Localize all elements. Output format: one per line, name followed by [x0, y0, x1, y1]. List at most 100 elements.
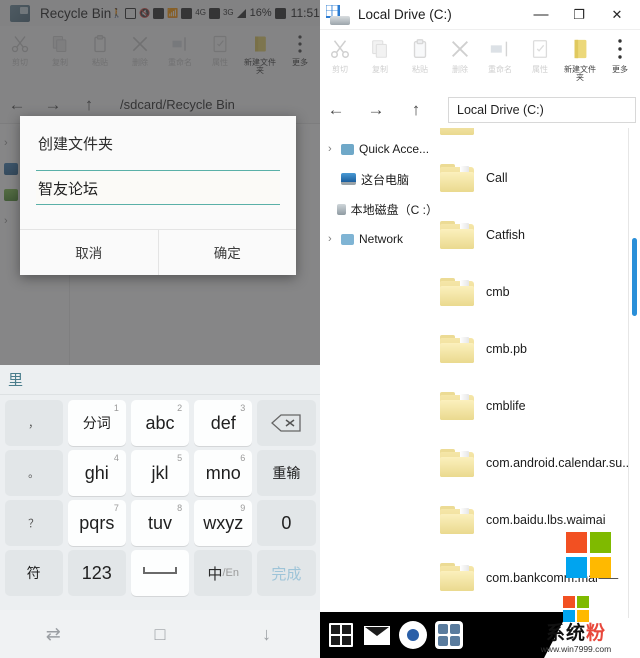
key-label: ghi: [84, 462, 109, 483]
explorer-address-bar: ← → ↑ Local Drive (C:): [320, 92, 640, 128]
key-jkl[interactable]: 5 jkl: [130, 450, 190, 496]
start-button-icon[interactable]: [326, 620, 356, 650]
folder-icon: [440, 562, 474, 591]
key-wxyz[interactable]: 9 wxyz: [194, 500, 253, 546]
key-sup: 2: [177, 403, 183, 413]
sidebar-item-network[interactable]: › Network: [320, 224, 438, 254]
sidebar-item-this-pc[interactable]: 这台电脑: [320, 164, 438, 194]
new-folder-icon: [569, 36, 591, 62]
candidate-word[interactable]: 里: [8, 369, 23, 390]
key-numeric[interactable]: 123: [67, 550, 126, 596]
win-paste-button[interactable]: 粘贴: [400, 36, 440, 74]
dialog-spacer: [20, 205, 296, 229]
sidebar-label: 这台电脑: [361, 172, 410, 187]
mail-icon[interactable]: [362, 620, 392, 650]
window-title-bar: Local Drive (C:) — ❐ ✕: [320, 0, 640, 30]
key-space[interactable]: [130, 550, 190, 596]
key-question[interactable]: ？: [4, 500, 63, 546]
more-icon: [617, 36, 623, 62]
folder-icon: [440, 128, 474, 135]
soft-keyboard: 里 ， 1 分词 2 abc 3 def 。 4 ghi 5 jkl 6 mno…: [0, 365, 320, 610]
file-row[interactable]: cmb: [438, 263, 640, 320]
maximize-button[interactable]: ❐: [560, 1, 598, 29]
key-sup: 6: [240, 453, 246, 463]
recents-icon[interactable]: ⇄: [0, 624, 107, 645]
key-abc[interactable]: 2 abc: [130, 400, 190, 446]
confirm-button[interactable]: 确定: [158, 230, 296, 275]
scrollbar-thumb[interactable]: [632, 238, 637, 316]
scrollbar-track[interactable]: [628, 128, 638, 618]
windows-explorer-panel: Local Drive (C:) — ❐ ✕ 剪切 复制 粘贴 删除 重命名 属…: [320, 0, 640, 658]
chevron-right-icon[interactable]: ›: [328, 233, 336, 245]
backspace-icon: [271, 414, 302, 432]
app-drawer-icon[interactable]: [434, 620, 464, 650]
key-period[interactable]: 。: [4, 450, 63, 496]
chrome-icon[interactable]: [398, 620, 428, 650]
chevron-right-icon[interactable]: ›: [328, 143, 336, 155]
computer-icon: [341, 173, 356, 185]
key-language-toggle[interactable]: 中/En: [194, 550, 253, 596]
key-mno[interactable]: 6 mno: [194, 450, 253, 496]
dialog-title: 创建文件夹: [38, 136, 114, 153]
file-row[interactable]: com.android.calendar.su..: [438, 434, 640, 491]
close-button[interactable]: ✕: [598, 1, 636, 29]
properties-icon: [529, 36, 551, 62]
key-backspace[interactable]: [257, 400, 316, 446]
file-row[interactable]: [438, 128, 640, 149]
win-more-button[interactable]: 更多: [600, 36, 640, 74]
key-sup: 8: [177, 503, 183, 513]
create-folder-dialog: 创建文件夹 取消 确定: [20, 116, 296, 275]
win-delete-button[interactable]: 删除: [440, 36, 480, 74]
watermark-brand-accent: 粉: [586, 623, 607, 644]
sidebar-label: Quick Acce...: [359, 142, 430, 156]
key-done[interactable]: 完成: [257, 550, 316, 596]
android-nav-bar: ⇄ □ ↓: [0, 610, 320, 658]
key-sup: 1: [113, 403, 119, 413]
cancel-button[interactable]: 取消: [20, 230, 158, 275]
rename-icon: [489, 36, 511, 62]
file-row[interactable]: cmblife: [438, 377, 640, 434]
key-ghi[interactable]: 4 ghi: [67, 450, 126, 496]
key-label: wxyz: [203, 512, 244, 533]
file-row[interactable]: cmb.pb: [438, 320, 640, 377]
key-sup: 4: [113, 453, 119, 463]
key-zero[interactable]: 0: [257, 500, 316, 546]
key-pqrs[interactable]: 7 pqrs: [67, 500, 126, 546]
key-fenci[interactable]: 1 分词: [67, 400, 126, 446]
key-def[interactable]: 3 def: [194, 400, 253, 446]
home-square-icon[interactable]: □: [107, 624, 214, 645]
key-redo[interactable]: 重输: [257, 450, 316, 496]
folder-icon: [440, 334, 474, 363]
download-arrow-icon[interactable]: ↓: [213, 624, 320, 645]
win-delete-label: 删除: [452, 65, 468, 74]
key-symbols[interactable]: 符: [4, 550, 63, 596]
minimize-button[interactable]: —: [522, 1, 560, 29]
sidebar-item-quick-access[interactable]: › Quick Acce...: [320, 134, 438, 164]
win-cut-button[interactable]: 剪切: [320, 36, 360, 74]
sidebar-label: 本地磁盘（C :）: [350, 202, 438, 217]
address-input[interactable]: Local Drive (C:): [448, 97, 636, 123]
delete-icon: [449, 36, 471, 62]
keyboard-row: ， 1 分词 2 abc 3 def: [2, 398, 318, 448]
key-label: def: [210, 412, 236, 433]
key-language-en: /En: [222, 567, 239, 579]
dialog-field-wrapper: [20, 170, 296, 205]
folder-icon: [440, 448, 474, 477]
win-properties-button[interactable]: 属性: [520, 36, 560, 74]
file-row[interactable]: Catfish: [438, 206, 640, 263]
up-icon[interactable]: ↑: [404, 100, 428, 120]
key-sup: 5: [177, 453, 183, 463]
win-rename-button[interactable]: 重命名: [480, 36, 520, 74]
file-name: cmblife: [486, 398, 526, 413]
forward-icon[interactable]: →: [364, 100, 388, 120]
sidebar-item-local-disk[interactable]: 本地磁盘（C :）: [320, 194, 438, 224]
back-icon[interactable]: ←: [324, 100, 348, 120]
keyboard-rows: ， 1 分词 2 abc 3 def 。 4 ghi 5 jkl 6 mno 重…: [0, 395, 320, 601]
key-comma[interactable]: ，: [4, 400, 63, 446]
folder-name-input[interactable]: [36, 170, 280, 205]
key-tuv[interactable]: 8 tuv: [130, 500, 190, 546]
file-name: com.baidu.lbs.waimai: [486, 512, 606, 527]
win-copy-button[interactable]: 复制: [360, 36, 400, 74]
win-new-folder-button[interactable]: 新建文件夹: [560, 36, 600, 83]
file-row[interactable]: Call: [438, 149, 640, 206]
